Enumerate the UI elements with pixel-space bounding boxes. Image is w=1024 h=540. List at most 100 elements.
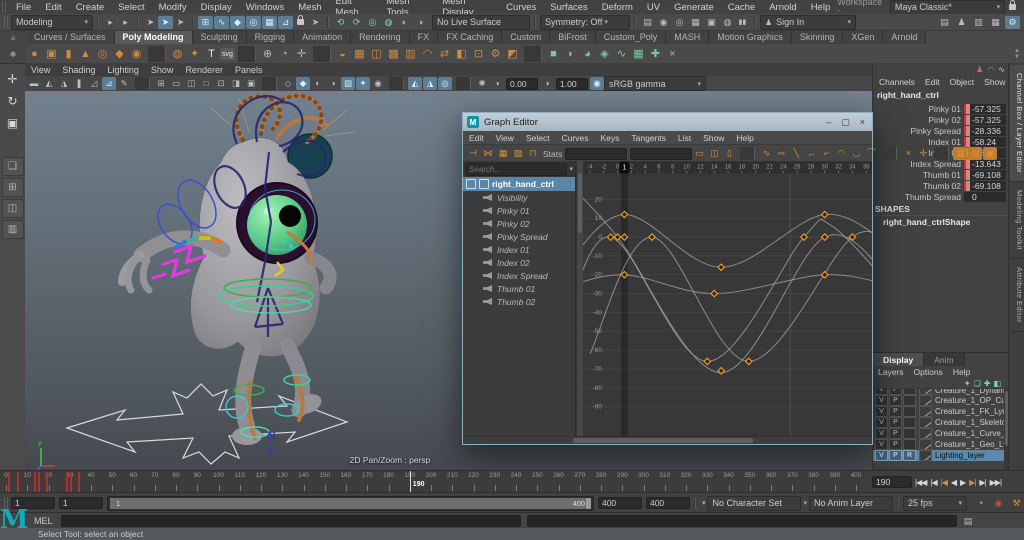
channel-mute-icon[interactable] (483, 233, 492, 240)
cube-combine-icon[interactable]: ◧ (453, 46, 470, 62)
shadows-icon[interactable]: ▨ (341, 77, 355, 90)
channel-value-field[interactable]: 0 (964, 191, 1006, 202)
lattice-icon[interactable]: ▥ (402, 46, 419, 62)
graph-editor-titlebar[interactable]: M Graph Editor – ▢ × (463, 113, 872, 131)
play-forwards-button[interactable]: ▶ (958, 478, 967, 487)
quad-draw-icon[interactable]: ■ (545, 46, 562, 62)
gamma-icon[interactable]: ◑ (490, 77, 504, 90)
shelf-tab[interactable]: Animation (294, 31, 352, 44)
layer-visibility-toggle[interactable]: V (875, 417, 888, 428)
channel-value-field[interactable]: -57.325 (964, 103, 1006, 114)
go-to-start-button[interactable]: |◀◀ (913, 478, 928, 487)
poly-sphere-icon[interactable]: ● (26, 46, 43, 62)
joint-tool-icon[interactable]: ⊕ (259, 46, 276, 62)
new-layer-selected-icon[interactable]: ◧ (993, 379, 1001, 388)
swap-arrows-icon[interactable]: ⇄ (436, 46, 453, 62)
shelf-scroll-down-icon[interactable]: ▼ (1014, 54, 1020, 60)
layer-playback-toggle[interactable]: P (889, 439, 902, 450)
sidebar-tab[interactable]: Attribute Editor (1010, 259, 1024, 333)
workspace-selector[interactable]: Maya Classic* ▾ (889, 0, 1006, 15)
safe-title-icon[interactable]: ▣ (244, 77, 258, 90)
plateau-tangent-icon[interactable]: ◠ (834, 147, 848, 160)
menu-item[interactable]: Generate (667, 2, 721, 13)
channel-row[interactable]: Index 01 -58.24 (873, 136, 1009, 147)
clamped-tangent-icon[interactable]: ∾ (774, 147, 788, 160)
bend-deformer-icon[interactable]: ◠ (419, 46, 436, 62)
graph-editor-menu-item[interactable]: Curves (556, 133, 595, 143)
layer-playback-toggle[interactable]: P (889, 395, 902, 406)
panel-menu-item[interactable]: View (25, 65, 56, 75)
menu-item[interactable]: Windows (239, 2, 292, 13)
insert-key-icon[interactable]: ⋈ (481, 147, 495, 160)
wireframe-icon[interactable]: ◇ (281, 77, 295, 90)
channel-value-field[interactable]: -28.336 (964, 125, 1006, 136)
graph-editor-menu-item[interactable]: Select (520, 133, 556, 143)
shelf-menu-icon[interactable]: ≡ (11, 34, 16, 43)
character-controls-icon[interactable]: ♟ (954, 16, 969, 29)
channel-box-menu-item[interactable]: Channels (875, 77, 919, 87)
multi-cut-icon[interactable]: ✚ (647, 46, 664, 62)
outliner-root-item[interactable]: right_hand_ctrl (463, 177, 575, 191)
move-layer-up-icon[interactable]: ✦ (964, 379, 971, 388)
range-end-handle[interactable] (585, 497, 591, 509)
menu-item[interactable]: Deform (595, 2, 640, 13)
break-tangents-icon[interactable]: × (901, 147, 915, 160)
curve-warp-icon[interactable]: ∿ (613, 46, 630, 62)
layer-visibility-toggle[interactable]: V (875, 428, 888, 439)
channel-value-field[interactable]: -69.108 (964, 169, 1006, 180)
select-camera-icon[interactable]: ▬ (27, 77, 41, 90)
channel-row[interactable]: Pinky Spread -28.336 (873, 125, 1009, 136)
gate-mask-icon[interactable]: □ (199, 77, 213, 90)
layer-display-type-toggle[interactable] (903, 428, 916, 439)
exposure-icon[interactable]: ✺ (475, 77, 489, 90)
poly-disc-icon[interactable]: ◉ (128, 46, 145, 62)
origin-locator-icon[interactable]: ✛ (293, 46, 310, 62)
open-render-view-icon[interactable]: ▤ (640, 16, 655, 29)
make-live-icon[interactable]: ⊿ (278, 15, 293, 29)
channel-box-menu-item[interactable]: Edit (921, 77, 944, 87)
grid-fill-icon[interactable]: ▩ (385, 46, 402, 62)
scene-forward-icon[interactable]: ▸ (118, 16, 133, 29)
stats-time-field[interactable] (565, 147, 628, 160)
swap-buffer-icon[interactable]: ▤ (968, 147, 983, 160)
shelf-options[interactable]: ≡ ✱ (0, 30, 26, 63)
stacked-view-icon[interactable]: ◫ (707, 147, 721, 160)
outliner-channel-item[interactable]: Index 02 (463, 256, 575, 269)
shelf-tab[interactable]: FX (409, 31, 439, 44)
speed-display-icon[interactable]: ◠ (987, 65, 994, 74)
two-pane-layout[interactable]: ◫ (1, 199, 24, 218)
graph-editor-menu-item[interactable]: Help (730, 133, 759, 143)
ambient-occlusion-icon[interactable]: ✦ (356, 77, 370, 90)
highlight-selection-icon[interactable]: ➤ (308, 16, 323, 29)
channel-value-field[interactable]: -69.108 (964, 180, 1006, 191)
shelf-tab[interactable]: MASH (666, 31, 710, 44)
channel-mute-icon[interactable] (483, 259, 492, 266)
construction-history-icon[interactable]: ◎ (365, 16, 380, 29)
sphere-project-icon[interactable]: ◒ (334, 46, 351, 62)
channel-box-menu-item[interactable]: Show (980, 77, 1009, 87)
statusline-grip[interactable] (4, 16, 9, 28)
range-slider[interactable]: 1 400 (107, 495, 594, 511)
manipulator-display-icon[interactable]: ♟ (976, 65, 983, 74)
2d-pan-zoom-icon[interactable]: ⊿ (102, 77, 116, 90)
poly-cylinder-icon[interactable]: ▮ (60, 46, 77, 62)
shelf-gear-icon[interactable]: ✱ (10, 50, 17, 59)
select-component-icon[interactable]: ➤ (173, 16, 188, 29)
fixed-tangent-icon[interactable]: ⌒ (864, 147, 878, 160)
region-keys-icon[interactable]: ▧ (511, 147, 525, 160)
menu-item[interactable]: Select (111, 2, 151, 13)
outliner-channel-item[interactable]: Pinky 01 (463, 204, 575, 217)
buffer-snapshot-icon[interactable]: ▦ (953, 147, 968, 160)
fps-selector[interactable]: 25 fps ▾ (903, 495, 967, 511)
shelf-tab[interactable]: XGen (843, 31, 884, 44)
attribute-editor-toggle-icon[interactable]: ▦ (988, 16, 1003, 29)
cylinder-pair-icon[interactable]: ◫ (368, 46, 385, 62)
layer-editor-menu-item[interactable]: Help (948, 367, 975, 377)
menu-item[interactable]: Surfaces (543, 2, 595, 13)
sidebar-tab[interactable]: Modeling Toolkit (1010, 182, 1024, 260)
shelf-tab[interactable]: Curves / Surfaces (26, 31, 115, 44)
rotate-tool[interactable]: ↻ (2, 91, 23, 111)
channel-row[interactable]: Thumb 01 -69.108 (873, 169, 1009, 180)
poly-cone-icon[interactable]: ▲ (77, 46, 94, 62)
pause-icon[interactable]: ▮▮ (735, 16, 750, 29)
